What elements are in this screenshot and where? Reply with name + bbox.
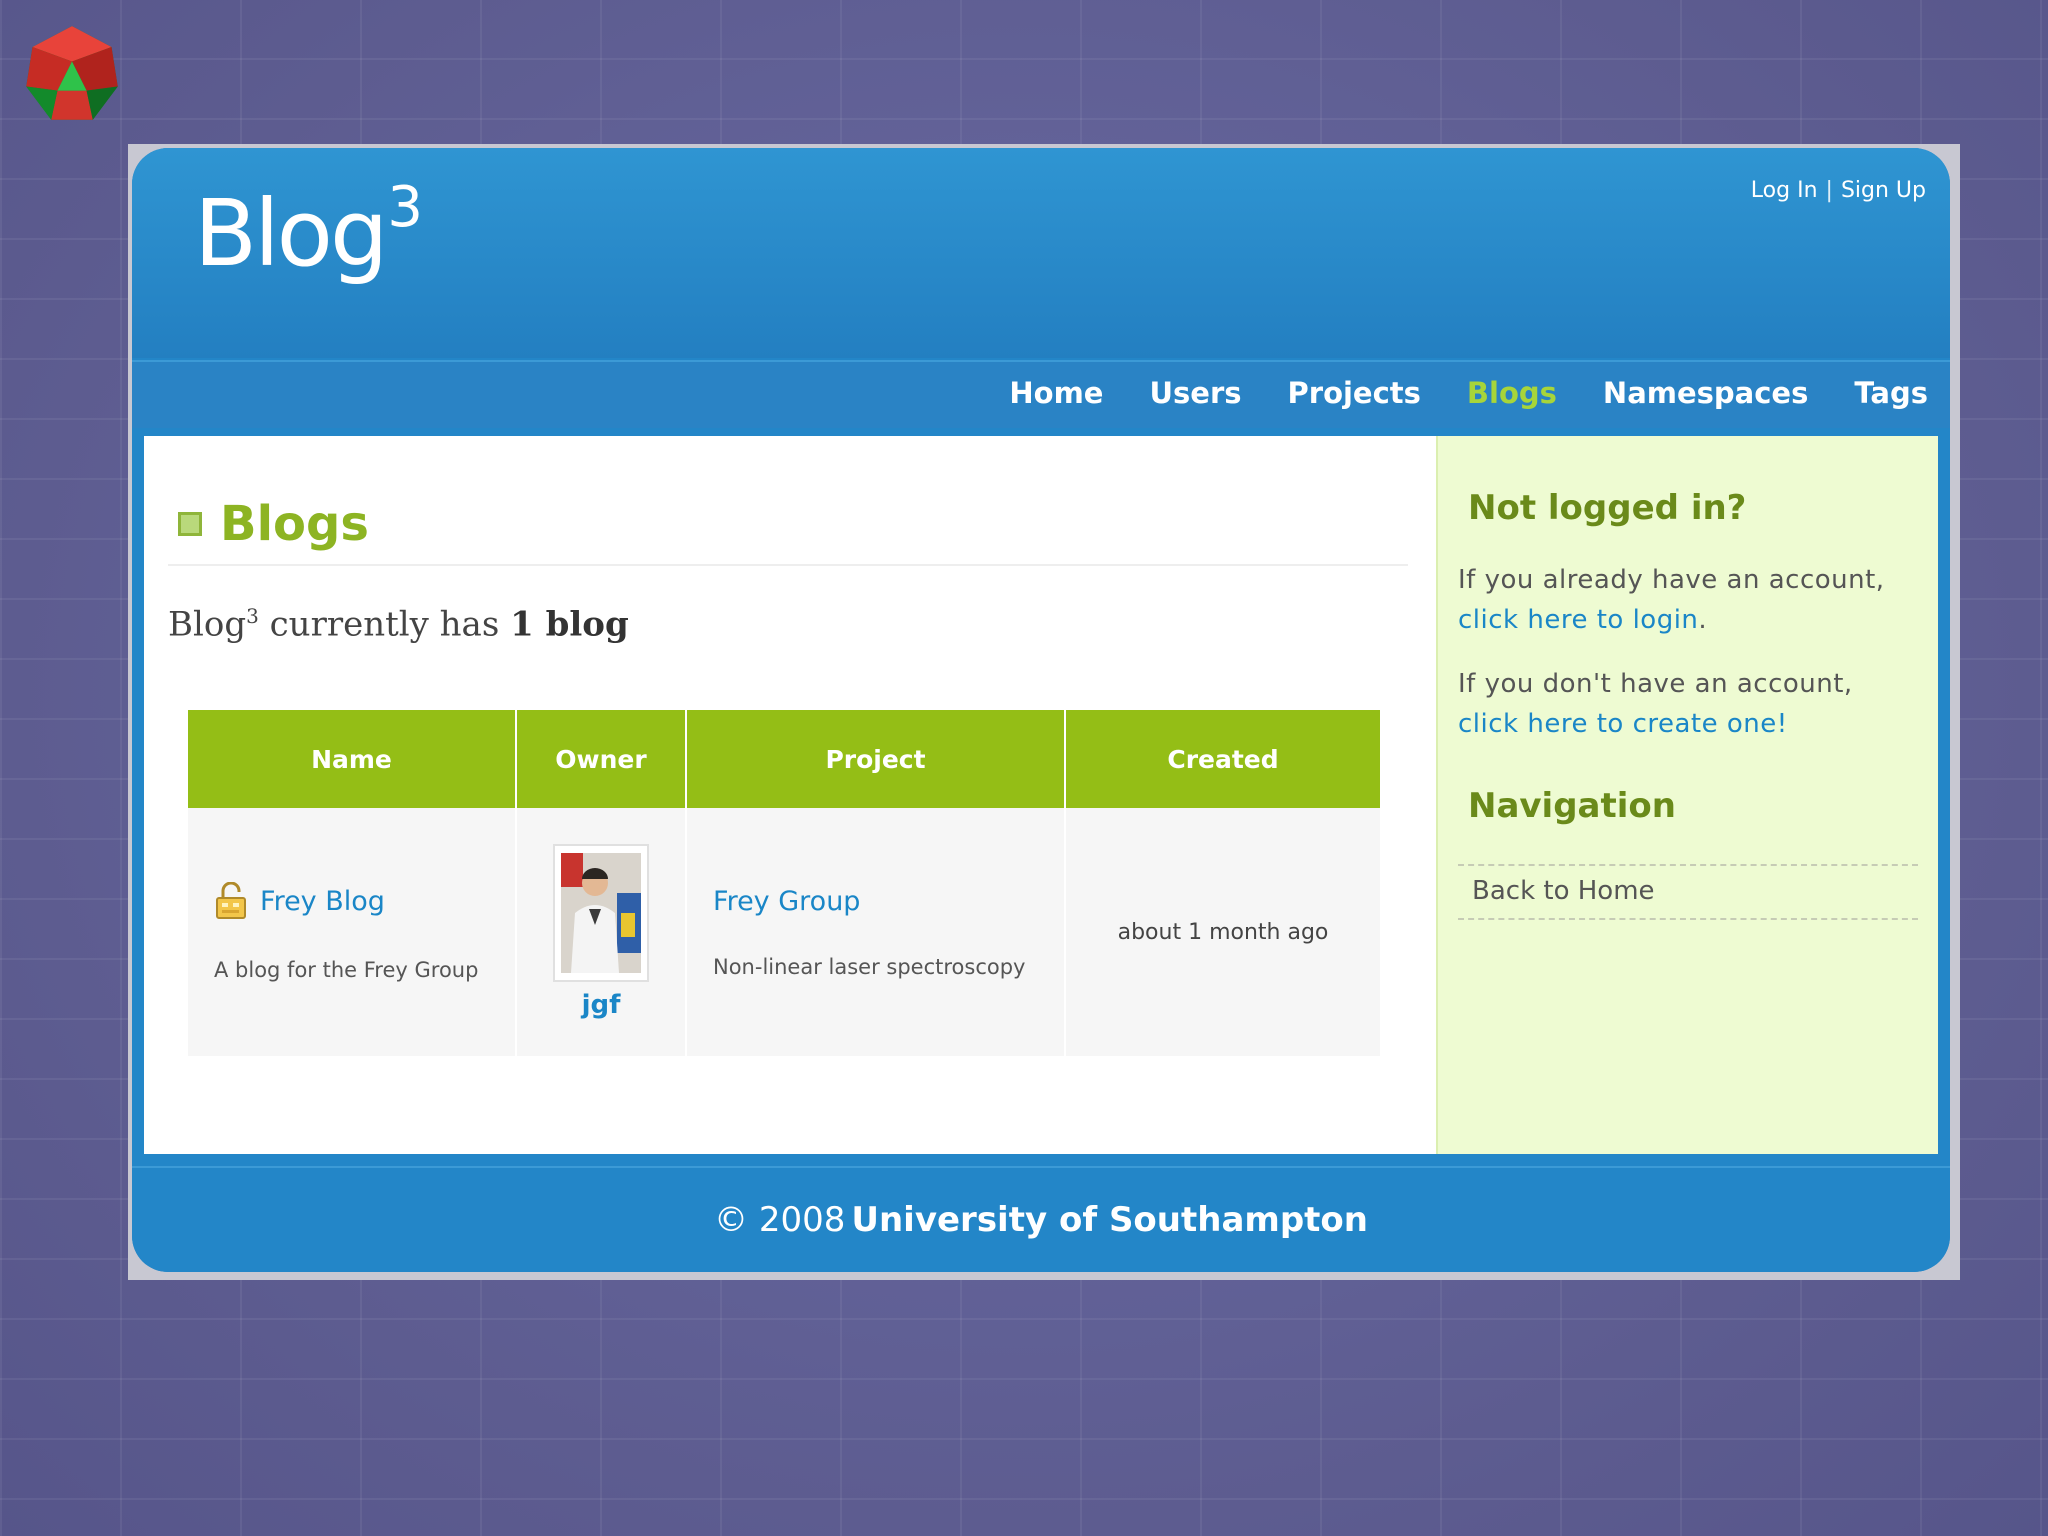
table-header-row: Name Owner Project Created bbox=[188, 710, 1380, 808]
col-header-created[interactable]: Created bbox=[1065, 710, 1380, 808]
nav-home[interactable]: Home bbox=[1009, 376, 1103, 410]
login-here-link[interactable]: click here to login bbox=[1458, 605, 1698, 635]
cell-created: about 1 month ago bbox=[1065, 808, 1380, 1056]
cell-name: Frey Blog A blog for the Frey Group bbox=[188, 808, 517, 1056]
login-prompt-text: If you already have an account, bbox=[1458, 565, 1885, 595]
blog-name-link[interactable]: Frey Blog bbox=[260, 886, 385, 917]
sidebar-nav-list: Back to Home bbox=[1458, 864, 1918, 920]
sidebar: Not logged in? If you already have an ac… bbox=[1436, 436, 1938, 1154]
copyright-org: University of Southampton bbox=[851, 1200, 1368, 1240]
brand-superscript: 3 bbox=[387, 175, 423, 240]
brand-text: Blog bbox=[194, 180, 388, 287]
cell-project: Frey Group Non-linear laser spectroscopy bbox=[686, 808, 1066, 1056]
col-header-project[interactable]: Project bbox=[686, 710, 1066, 808]
owner-name-link[interactable]: jgf bbox=[518, 990, 684, 1020]
sidebar-heading-navigation: Navigation bbox=[1468, 786, 1676, 826]
create-account-link[interactable]: click here to create one! bbox=[1458, 709, 1788, 739]
summary-brand: Blog bbox=[168, 604, 247, 645]
nav-blogs[interactable]: Blogs bbox=[1467, 376, 1557, 410]
page-heading: Blogs bbox=[178, 496, 369, 552]
cell-owner: jgf bbox=[516, 808, 687, 1056]
site-logo[interactable]: Blog3 bbox=[194, 180, 423, 280]
unlocked-padlock-icon bbox=[216, 882, 246, 919]
copyright-year: © 2008 bbox=[714, 1200, 846, 1240]
summary-text: currently has bbox=[258, 604, 511, 645]
auth-links: Log In | Sign Up bbox=[1751, 178, 1926, 203]
website: Blog3 Log In | Sign Up Home Users Projects… bbox=[132, 148, 1950, 1272]
person-photo-icon bbox=[561, 853, 641, 973]
auth-separator: | bbox=[1825, 178, 1833, 203]
main-nav: Home Users Projects Blogs Namespaces Tag… bbox=[132, 360, 1950, 428]
main-column: Blogs Blog3 currently has 1 blog Name Ow… bbox=[144, 436, 1436, 1154]
blogs-table: Name Owner Project Created Frey Blog A b… bbox=[188, 710, 1380, 1056]
nav-tags[interactable]: Tags bbox=[1854, 376, 1928, 410]
login-link[interactable]: Log In bbox=[1751, 178, 1818, 203]
blog-description: A blog for the Frey Group bbox=[214, 958, 479, 982]
login-prompt-period: . bbox=[1698, 605, 1708, 635]
nav-users[interactable]: Users bbox=[1149, 376, 1241, 410]
nav-namespaces[interactable]: Namespaces bbox=[1603, 376, 1808, 410]
site-footer: © 2008 University of Southampton bbox=[132, 1166, 1950, 1272]
sidebar-signup-paragraph: If you don't have an account, click here… bbox=[1458, 664, 1918, 744]
signup-prompt-text: If you don't have an account, bbox=[1458, 669, 1853, 699]
col-header-owner[interactable]: Owner bbox=[516, 710, 687, 808]
content-area: Blogs Blog3 currently has 1 blog Name Ow… bbox=[144, 436, 1938, 1154]
polyhedron-logo-icon bbox=[26, 26, 118, 120]
project-description: Non-linear laser spectroscopy bbox=[713, 954, 1026, 979]
owner-avatar[interactable] bbox=[553, 844, 649, 982]
signup-link[interactable]: Sign Up bbox=[1841, 178, 1926, 203]
nav-projects[interactable]: Projects bbox=[1288, 376, 1421, 410]
project-name-link[interactable]: Frey Group bbox=[713, 886, 1063, 917]
col-header-name[interactable]: Name bbox=[188, 710, 517, 808]
site-header: Blog3 Log In | Sign Up bbox=[132, 148, 1950, 358]
heading-divider bbox=[168, 564, 1408, 566]
sidebar-login-paragraph: If you already have an account, click he… bbox=[1458, 560, 1918, 640]
summary-superscript: 3 bbox=[246, 604, 259, 628]
screenshot-frame: Blog3 Log In | Sign Up Home Users Projects… bbox=[128, 144, 1960, 1280]
page-title: Blogs bbox=[220, 496, 369, 552]
summary-count: 1 blog bbox=[510, 604, 629, 645]
table-row: Frey Blog A blog for the Frey Group jgf … bbox=[188, 808, 1380, 1056]
copyright-text: © 2008 University of Southampton bbox=[132, 1200, 1950, 1240]
back-to-home-link[interactable]: Back to Home bbox=[1472, 876, 1655, 906]
sidebar-heading-not-logged-in: Not logged in? bbox=[1468, 488, 1747, 528]
square-bullet-icon bbox=[178, 512, 202, 536]
blog-count-summary: Blog3 currently has 1 blog bbox=[168, 604, 629, 644]
